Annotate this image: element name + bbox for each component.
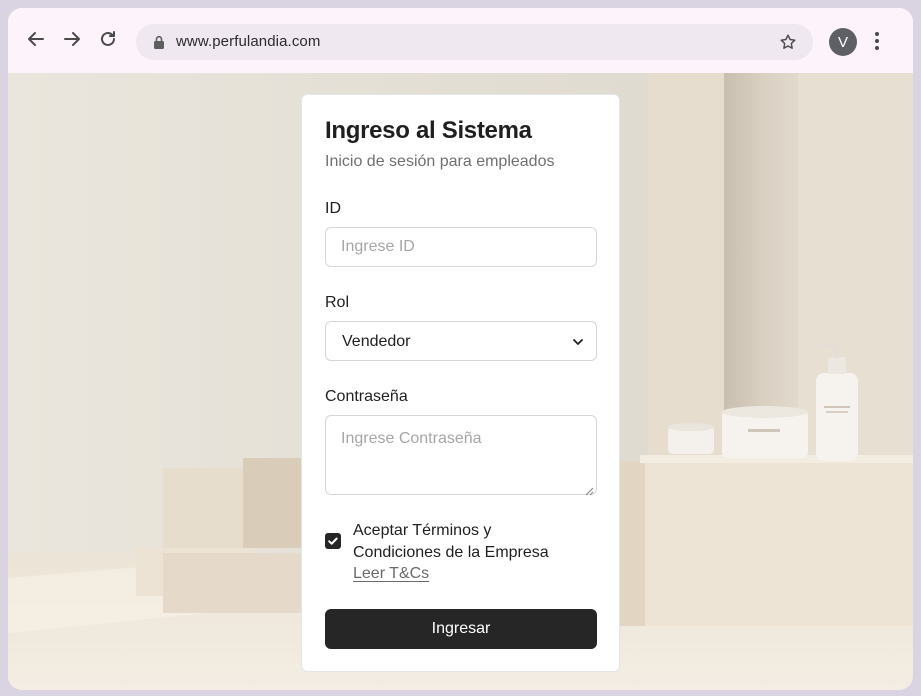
submit-button[interactable]: Ingresar <box>325 609 597 649</box>
login-card: Ingreso al Sistema Inicio de sesión para… <box>301 94 620 672</box>
reload-icon[interactable] <box>96 27 120 51</box>
page-subtitle: Inicio de sesión para empleados <box>325 153 555 170</box>
back-icon[interactable] <box>24 27 48 51</box>
profile-avatar[interactable]: V <box>829 28 857 56</box>
checkmark-icon <box>328 537 338 545</box>
page-viewport: Ingreso al Sistema Inicio de sesión para… <box>8 73 913 690</box>
forward-icon[interactable] <box>60 27 84 51</box>
role-label: Rol <box>325 294 350 311</box>
id-label: ID <box>325 200 341 217</box>
browser-toolbar: www.perfulandia.com V <box>8 8 913 73</box>
url-text: www.perfulandia.com <box>176 33 321 50</box>
id-input[interactable] <box>325 227 597 267</box>
browser-window: www.perfulandia.com V Ingreso al Sistema… <box>8 8 913 690</box>
terms-label[interactable]: Aceptar Términos y Condiciones de la Emp… <box>353 520 583 564</box>
password-label: Contraseña <box>325 388 408 405</box>
bookmark-star-icon[interactable] <box>779 33 797 56</box>
chevron-down-icon <box>572 335 584 353</box>
role-select[interactable]: Vendedor <box>325 321 597 361</box>
terms-checkbox[interactable] <box>325 533 341 549</box>
role-select-value: Vendedor <box>342 333 411 350</box>
resize-handle-icon[interactable] <box>585 483 594 501</box>
lock-icon <box>153 35 165 54</box>
page-title: Ingreso al Sistema <box>325 117 532 144</box>
address-bar[interactable]: www.perfulandia.com <box>136 24 813 60</box>
terms-link[interactable]: Leer T&Cs <box>353 565 429 583</box>
password-input[interactable] <box>325 415 597 495</box>
more-menu-icon[interactable] <box>874 30 880 57</box>
